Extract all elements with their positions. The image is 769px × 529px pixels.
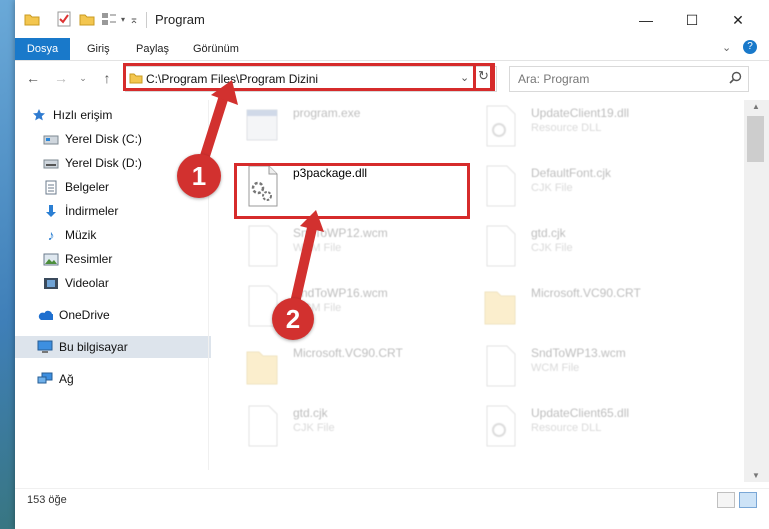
- step-1-marker: 1: [177, 154, 221, 198]
- annotation-arrows: [193, 80, 324, 321]
- step-2-marker: 2: [272, 298, 314, 340]
